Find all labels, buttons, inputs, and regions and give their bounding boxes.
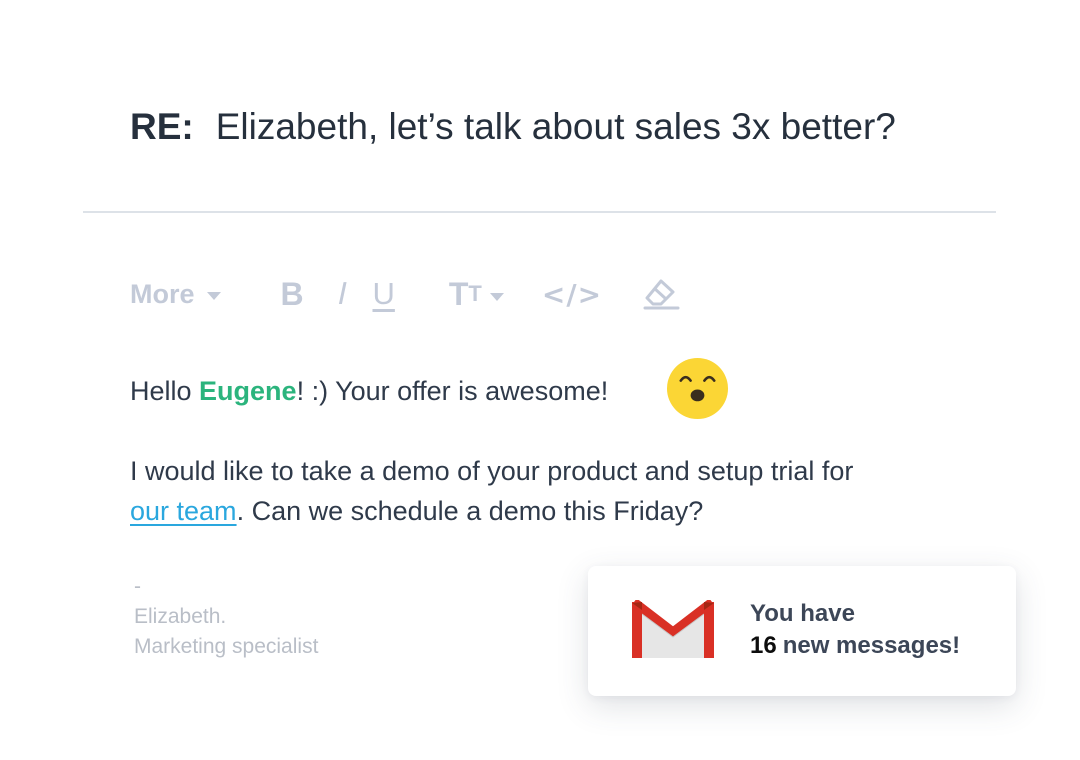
text-size-small-label: T <box>468 281 482 306</box>
clear-formatting-button[interactable] <box>642 278 680 310</box>
caret-down-icon <box>489 293 504 301</box>
caret-down-icon <box>206 291 221 300</box>
signature: - Elizabeth. Marketing specialist <box>134 572 318 662</box>
happy-face-emoji-icon <box>666 357 729 420</box>
italic-label: I <box>333 276 351 312</box>
underline-button[interactable]: U <box>372 276 394 312</box>
message-count: 16 <box>750 632 777 659</box>
message-line: our team. Can we schedule a demo this Fr… <box>130 492 703 530</box>
greeting-line: Hello Eugene! :) Your offer is awesome! <box>130 372 608 410</box>
greeting-suffix: ! :) Your offer is awesome! <box>296 376 609 406</box>
notification-message: You have 16 new messages! <box>750 598 960 662</box>
recipient-name: Eugene <box>199 376 297 406</box>
signature-name: Elizabeth. <box>134 605 227 628</box>
notification-line2: 16 new messages! <box>750 630 960 662</box>
message-line-suffix: . Can we schedule a demo this Friday? <box>236 496 704 526</box>
signature-dash: - <box>134 575 141 598</box>
text-size-big-label: T <box>448 275 469 312</box>
greeting-prefix: Hello <box>130 376 200 406</box>
italic-button[interactable]: I <box>334 277 350 312</box>
notification-line1: You have <box>750 600 855 627</box>
our-team-link[interactable]: our team <box>130 496 237 526</box>
email-subject: RE: Elizabeth, let’s talk about sales 3x … <box>130 104 896 150</box>
message-line: I would like to take a demo of your prod… <box>130 456 854 486</box>
gmail-notification-card[interactable]: You have 16 new messages! <box>588 566 1016 696</box>
code-button[interactable]: </> <box>542 278 602 311</box>
bold-button[interactable]: B <box>281 276 304 313</box>
divider <box>83 211 996 213</box>
eraser-icon <box>643 279 680 310</box>
gmail-icon <box>632 600 714 658</box>
notification-line2-suffix: new messages! <box>782 632 961 659</box>
more-label: More <box>130 278 195 309</box>
subject-text: Elizabeth, let’s talk about sales 3x bet… <box>215 106 896 147</box>
signature-title: Marketing specialist <box>134 635 319 658</box>
more-dropdown[interactable]: More <box>130 279 221 310</box>
text-size-dropdown[interactable]: TT <box>449 276 504 313</box>
formatting-toolbar: More B I U TT </> <box>130 272 680 316</box>
reply-prefix: RE: <box>130 106 194 147</box>
